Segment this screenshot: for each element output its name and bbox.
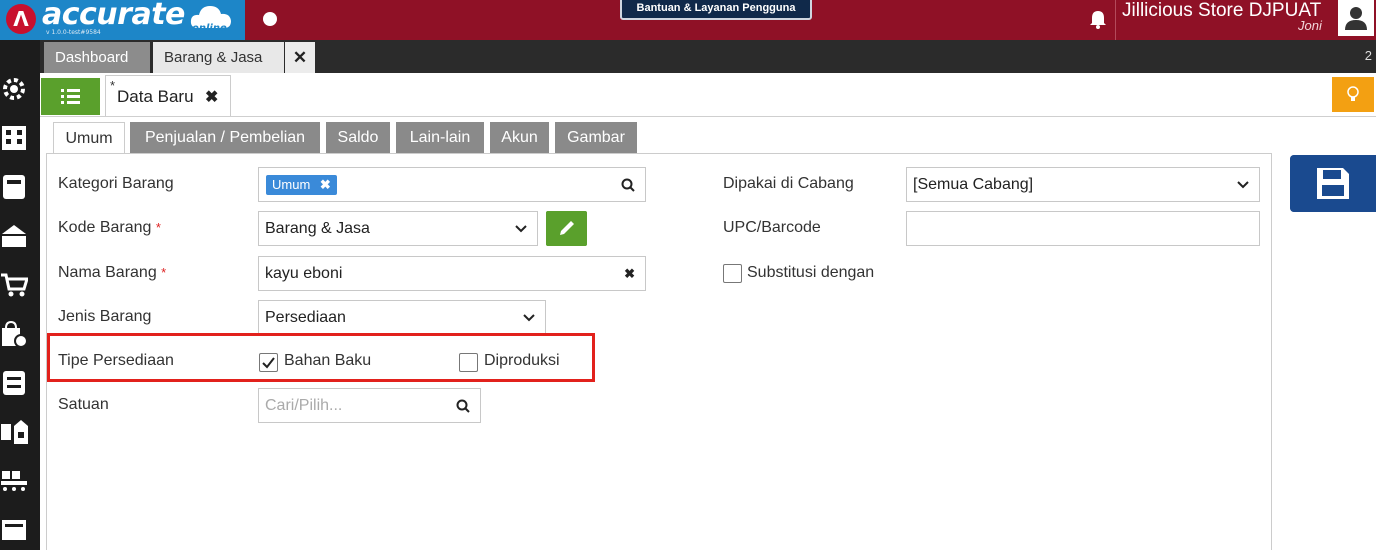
user-name[interactable]: Joni xyxy=(1298,18,1322,33)
cart-icon[interactable] xyxy=(0,271,28,299)
close-tab-icon[interactable]: ✕ xyxy=(285,42,315,73)
diproduksi-checkbox[interactable] xyxy=(459,353,478,372)
jenis-barang-select[interactable]: Persediaan xyxy=(258,300,546,335)
logo-text: accurate xyxy=(42,0,185,32)
bell-icon[interactable] xyxy=(1088,8,1108,30)
floppy-disk-icon xyxy=(1317,168,1349,199)
open-tab-count: 2 xyxy=(1364,48,1372,63)
kategori-chip[interactable]: Umum ✖ xyxy=(266,175,337,195)
warehouse-delivery-icon[interactable] xyxy=(0,418,28,446)
nama-barang-label: Nama Barang * xyxy=(58,264,166,282)
satuan-label: Satuan xyxy=(58,396,109,413)
satuan-placeholder: Cari/Pilih... xyxy=(265,397,343,414)
archive-cabinet-icon[interactable] xyxy=(0,369,28,397)
module-tab-bar: Dashboard Barang & Jasa ✕ 2 xyxy=(40,40,1376,73)
bahan-baku-checkbox[interactable] xyxy=(259,353,278,372)
tab-lain-lain[interactable]: Lain-lain xyxy=(396,122,484,154)
document-title: Data Baru xyxy=(117,87,194,106)
nama-barang-input[interactable]: kayu eboni ✖ xyxy=(258,256,646,291)
production-line-icon[interactable] xyxy=(0,467,28,495)
header-divider xyxy=(40,116,1376,117)
sidebar xyxy=(0,40,40,550)
list-view-button[interactable] xyxy=(41,78,100,115)
logo-online: online xyxy=(192,23,227,34)
tax-report-icon[interactable] xyxy=(0,516,28,544)
tab-akun[interactable]: Akun xyxy=(490,122,549,154)
upc-barcode-input[interactable] xyxy=(906,211,1260,246)
kode-barang-value: Barang & Jasa xyxy=(265,220,370,237)
logo-mark-icon: Λ xyxy=(6,4,36,34)
tab-saldo[interactable]: Saldo xyxy=(326,122,390,154)
cabang-select[interactable]: [Semua Cabang] xyxy=(906,167,1260,202)
search-icon[interactable] xyxy=(456,399,470,413)
kategori-barang-label: Kategori Barang xyxy=(58,175,174,192)
diproduksi-label[interactable]: Diproduksi xyxy=(484,352,560,370)
tab-umum[interactable]: Umum xyxy=(53,122,125,154)
satuan-input[interactable]: Cari/Pilih... xyxy=(258,388,481,423)
edit-pencil-button[interactable] xyxy=(546,211,587,246)
top-bar: Λ accurate online v 1.0.0-test#9584 Bant… xyxy=(0,0,1376,40)
dipakai-di-cabang-label: Dipakai di Cabang xyxy=(723,175,854,192)
chevron-down-icon xyxy=(1237,181,1249,189)
required-mark: * xyxy=(155,220,161,235)
checkmark-icon xyxy=(262,357,275,369)
nama-barang-label-text: Nama Barang xyxy=(58,264,157,281)
jenis-barang-label: Jenis Barang xyxy=(58,308,152,325)
kode-barang-label: Kode Barang * xyxy=(58,219,161,237)
lightbulb-tips-button[interactable] xyxy=(1332,77,1374,112)
shopping-bag-add-icon[interactable] xyxy=(0,320,28,348)
kode-barang-select[interactable]: Barang & Jasa xyxy=(258,211,538,246)
bank-wallet-icon[interactable] xyxy=(0,222,28,250)
required-mark: * xyxy=(161,265,167,280)
tab-barang-jasa[interactable]: Barang & Jasa xyxy=(153,42,284,73)
substitusi-label[interactable]: Substitusi dengan xyxy=(747,264,874,282)
store-name[interactable]: Jillicious Store DJPUAT xyxy=(1122,0,1321,22)
divider xyxy=(1115,0,1116,40)
status-dot-icon[interactable] xyxy=(263,12,277,26)
chevron-down-icon xyxy=(523,314,535,322)
cabang-value: [Semua Cabang] xyxy=(913,176,1034,193)
unsaved-marker: * xyxy=(110,78,116,93)
tab-gambar[interactable]: Gambar xyxy=(555,122,637,154)
ledger-book-icon[interactable] xyxy=(0,173,28,201)
version-text: v 1.0.0-test#9584 xyxy=(46,29,101,36)
kategori-chip-label: Umum xyxy=(272,177,311,192)
clear-input-icon[interactable]: ✖ xyxy=(624,257,635,290)
settings-gear-icon[interactable] xyxy=(0,75,28,103)
tab-penjualan-pembelian[interactable]: Penjualan / Pembelian xyxy=(130,122,320,154)
upc-barcode-label: UPC/Barcode xyxy=(723,219,821,236)
jenis-barang-value: Persediaan xyxy=(265,309,346,326)
tab-dashboard[interactable]: Dashboard xyxy=(44,42,150,73)
save-button[interactable] xyxy=(1290,155,1376,212)
user-avatar-icon[interactable] xyxy=(1338,0,1374,36)
search-icon[interactable] xyxy=(621,178,635,192)
company-building-icon[interactable] xyxy=(0,124,28,152)
bahan-baku-label[interactable]: Bahan Baku xyxy=(284,352,371,370)
document-tab-data-baru[interactable]: * Data Baru ✖ xyxy=(105,75,231,117)
kategori-barang-field[interactable]: Umum ✖ xyxy=(258,167,646,202)
nama-barang-value: kayu eboni xyxy=(265,265,343,282)
substitusi-checkbox[interactable] xyxy=(723,264,742,283)
chevron-down-icon xyxy=(515,225,527,233)
remove-chip-icon[interactable]: ✖ xyxy=(320,177,331,192)
close-document-icon[interactable]: ✖ xyxy=(205,87,218,107)
help-button[interactable]: Bantuan & Layanan Pengguna xyxy=(620,0,812,20)
tipe-persediaan-label: Tipe Persediaan xyxy=(58,352,174,369)
kode-barang-label-text: Kode Barang xyxy=(58,219,152,236)
accurate-logo[interactable]: Λ accurate online v 1.0.0-test#9584 xyxy=(0,0,245,40)
